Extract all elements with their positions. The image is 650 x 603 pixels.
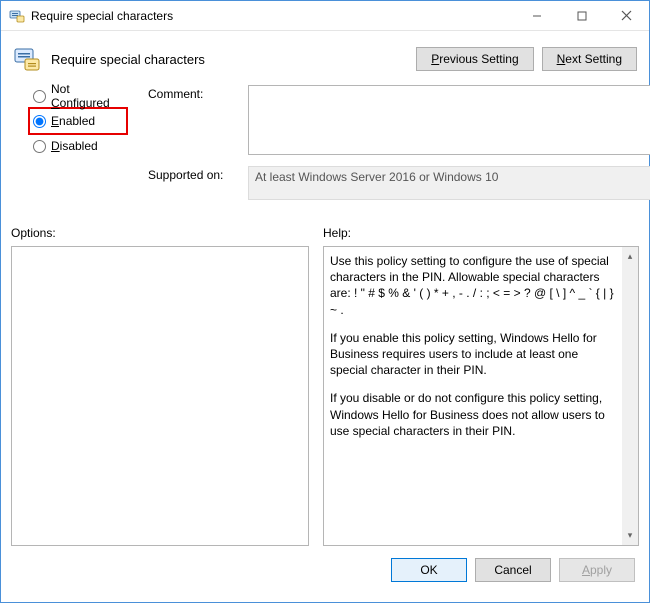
window-title: Require special characters [31, 9, 514, 23]
radio-not-configured-input[interactable] [33, 90, 46, 103]
supported-on-value: At least Windows Server 2016 or Windows … [255, 170, 498, 184]
window-controls [514, 1, 649, 30]
gpo-icon [9, 8, 25, 24]
options-panel [11, 246, 309, 546]
help-paragraph: If you disable or do not configure this … [330, 390, 618, 439]
close-button[interactable] [604, 1, 649, 30]
scroll-up-icon: ▴ [628, 247, 633, 266]
comment-label: Comment: [148, 85, 238, 158]
radio-not-configured[interactable]: Not Configured [33, 85, 128, 107]
dialog-footer: OK Cancel Apply [11, 558, 639, 582]
supported-on-box: At least Windows Server 2016 or Windows … [248, 166, 650, 200]
next-setting-button[interactable]: Next Setting [542, 47, 637, 71]
enabled-highlight: Enabled [28, 107, 128, 135]
maximize-button[interactable] [559, 1, 604, 30]
ok-button[interactable]: OK [391, 558, 467, 582]
page-title: Require special characters [51, 52, 416, 67]
help-paragraph: If you enable this policy setting, Windo… [330, 330, 618, 379]
radio-enabled[interactable]: Enabled [33, 110, 123, 132]
help-panel: Use this policy setting to configure the… [323, 246, 639, 546]
supported-on-label: Supported on: [148, 166, 238, 200]
help-paragraph: Use this policy setting to configure the… [330, 253, 618, 318]
state-radio-group: Not Configured Enabled Disabled [11, 85, 128, 157]
radio-disabled-input[interactable] [33, 140, 46, 153]
radio-enabled-input[interactable] [33, 115, 46, 128]
minimize-button[interactable] [514, 1, 559, 30]
help-label: Help: [323, 226, 639, 240]
policy-icon [11, 43, 43, 75]
comment-textarea[interactable] [248, 85, 650, 155]
titlebar: Require special characters [1, 1, 649, 31]
header-row: Require special characters Previous Sett… [11, 43, 639, 75]
radio-disabled[interactable]: Disabled [33, 135, 128, 157]
apply-button: Apply [559, 558, 635, 582]
help-scrollbar[interactable]: ▴ ▾ [622, 247, 638, 545]
scroll-down-icon: ▾ [628, 526, 633, 545]
cancel-button[interactable]: Cancel [475, 558, 551, 582]
options-label: Options: [11, 226, 309, 240]
previous-setting-button[interactable]: Previous Setting [416, 47, 533, 71]
